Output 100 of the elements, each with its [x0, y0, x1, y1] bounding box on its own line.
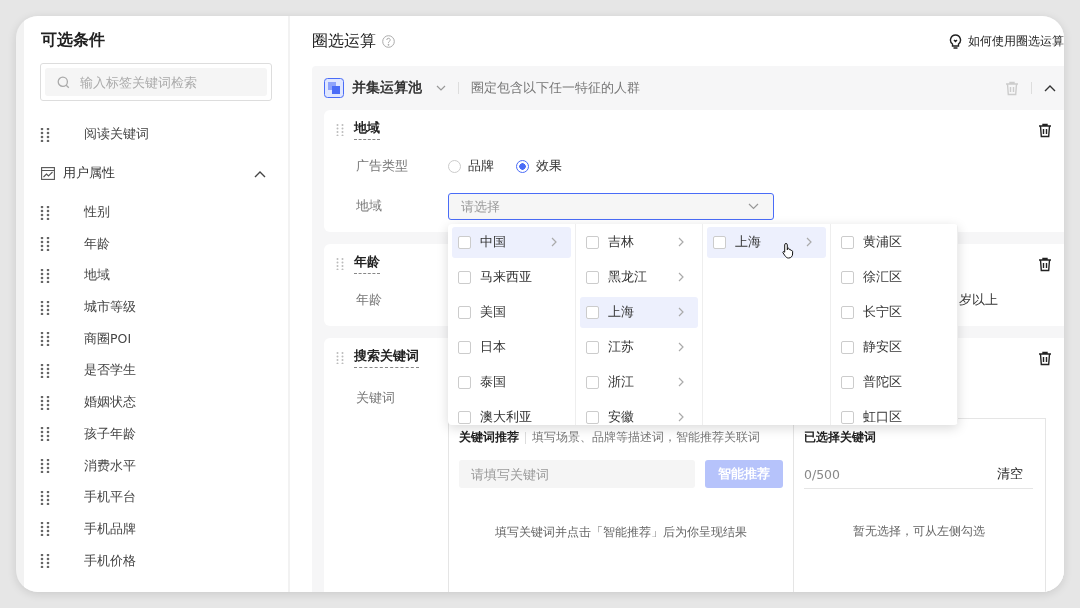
- lightbulb-icon: [949, 33, 962, 49]
- checkbox[interactable]: [458, 235, 471, 249]
- checkbox[interactable]: [458, 305, 471, 319]
- select-input[interactable]: 请选择: [459, 197, 748, 215]
- condition-item[interactable]: 手机价格: [84, 552, 136, 570]
- panel-title: 可选条件: [41, 30, 106, 51]
- search-input[interactable]: 输入标签关键词检索: [78, 73, 255, 91]
- cascader-option[interactable]: 上海: [579, 296, 698, 328]
- checkbox[interactable]: [585, 340, 599, 354]
- collapse-icon[interactable]: [254, 169, 266, 178]
- trash-icon[interactable]: [1038, 122, 1052, 138]
- drag-handle-icon[interactable]: [336, 352, 344, 364]
- group-title[interactable]: 用户属性: [63, 165, 115, 183]
- drag-handle-icon[interactable]: [40, 363, 50, 378]
- dropdown-icon: [748, 202, 759, 210]
- cascader-option[interactable]: 江苏: [579, 331, 698, 363]
- help-link[interactable]: 如何使用圈选运算: [968, 32, 1064, 50]
- cascader-option[interactable]: 虹口区: [834, 401, 953, 425]
- checkbox[interactable]: [840, 235, 854, 249]
- count-text: 0/500: [804, 466, 841, 482]
- clear-link[interactable]: 清空: [997, 465, 1023, 483]
- cascader-option[interactable]: 马来西亚: [452, 261, 571, 293]
- dropdown-icon[interactable]: [436, 85, 446, 91]
- cascader-option[interactable]: 静安区: [834, 331, 953, 363]
- drag-handle-icon[interactable]: [40, 237, 50, 252]
- chart-icon: [41, 167, 55, 181]
- drag-handle-icon[interactable]: [40, 490, 50, 505]
- field-label: 广告类型: [356, 157, 409, 175]
- keyword-field[interactable]: 请填写关键词: [459, 460, 695, 488]
- cascader-option[interactable]: 日本: [452, 331, 571, 363]
- cascader-option[interactable]: 黄浦区: [834, 226, 953, 258]
- condition-item[interactable]: 地域: [84, 267, 110, 285]
- condition-item[interactable]: 手机品牌: [84, 520, 136, 538]
- section-title: 圈选运算: [312, 30, 376, 52]
- checkbox[interactable]: [840, 410, 854, 424]
- field-label: 年龄: [356, 291, 383, 309]
- field-label: 关键词: [356, 390, 396, 407]
- checkbox[interactable]: [585, 410, 599, 424]
- drag-handle-icon[interactable]: [40, 127, 50, 142]
- checkbox[interactable]: [458, 375, 471, 389]
- drag-handle-icon[interactable]: [40, 332, 50, 347]
- cascader-option[interactable]: 浙江: [579, 366, 698, 398]
- pool-title: 并集运算池: [352, 79, 422, 97]
- condition-item[interactable]: 孩子年龄: [84, 425, 136, 443]
- drag-handle-icon[interactable]: [336, 124, 344, 136]
- cascader-option[interactable]: 上海: [707, 226, 826, 258]
- cascader-option[interactable]: 美国: [452, 296, 571, 328]
- cascader-option[interactable]: 长宁区: [834, 296, 953, 328]
- checkbox[interactable]: [458, 340, 471, 354]
- drag-handle-icon[interactable]: [40, 427, 50, 442]
- condition-item[interactable]: 是否学生: [84, 362, 136, 380]
- cascader-option[interactable]: 黑龙江: [579, 261, 698, 293]
- cascader-option[interactable]: 安徽: [579, 401, 698, 425]
- condition-title: 地域: [354, 120, 380, 140]
- drag-handle-icon[interactable]: [40, 300, 50, 315]
- radio-option[interactable]: 品牌: [448, 157, 494, 175]
- region-select[interactable]: 请选择: [448, 192, 774, 220]
- condition-item[interactable]: 性别: [84, 204, 110, 222]
- checkbox[interactable]: [713, 235, 726, 249]
- condition-item[interactable]: 手机平台: [84, 489, 136, 507]
- condition-item[interactable]: 商圈POI: [84, 330, 132, 348]
- checkbox[interactable]: [585, 305, 599, 319]
- drag-handle-icon[interactable]: [40, 395, 50, 410]
- checkbox[interactable]: [840, 375, 854, 389]
- cascader-option[interactable]: 普陀区: [834, 366, 953, 398]
- condition-item[interactable]: 消费水平: [84, 457, 136, 475]
- radio-option[interactable]: 效果: [516, 157, 562, 175]
- drag-handle-icon[interactable]: [40, 554, 50, 569]
- condition-item[interactable]: 年龄: [84, 235, 110, 253]
- search-field[interactable]: 输入标签关键词检索: [45, 68, 267, 96]
- trash-icon[interactable]: [1038, 350, 1052, 366]
- drag-handle-icon[interactable]: [40, 205, 50, 220]
- condition-title: 年龄: [354, 254, 380, 274]
- checkbox[interactable]: [840, 340, 854, 354]
- drag-handle-icon[interactable]: [336, 258, 344, 270]
- checkbox[interactable]: [458, 270, 471, 284]
- drag-handle-icon[interactable]: [40, 268, 50, 283]
- drag-handle-icon[interactable]: [40, 522, 50, 537]
- empty-message: 填写关键词并点击「智能推荐」后为你呈现结果: [494, 524, 748, 541]
- cascader-option[interactable]: 吉林: [579, 226, 698, 258]
- checkbox[interactable]: [585, 375, 599, 389]
- help-icon[interactable]: [382, 34, 395, 48]
- condition-item[interactable]: 婚姻状态: [84, 394, 136, 412]
- field-text: 岁以上: [959, 291, 998, 309]
- checkbox[interactable]: [585, 270, 599, 284]
- checkbox[interactable]: [458, 410, 471, 424]
- collapse-icon[interactable]: [1044, 84, 1056, 92]
- field-label: 地域: [356, 197, 383, 215]
- cascader-option[interactable]: 中国: [452, 226, 571, 258]
- condition-item[interactable]: 城市等级: [84, 299, 136, 317]
- condition-item[interactable]: 阅读关键词: [84, 126, 149, 144]
- checkbox[interactable]: [840, 305, 854, 319]
- cascader-option[interactable]: 徐汇区: [834, 261, 953, 293]
- empty-message: 暂无选择，可从左侧勾选: [851, 523, 986, 540]
- checkbox[interactable]: [585, 235, 599, 249]
- trash-icon[interactable]: [1038, 256, 1052, 272]
- cascader-option[interactable]: 泰国: [452, 366, 571, 398]
- cascader-option[interactable]: 澳大利亚: [452, 401, 571, 425]
- checkbox[interactable]: [840, 270, 854, 284]
- drag-handle-icon[interactable]: [40, 459, 50, 474]
